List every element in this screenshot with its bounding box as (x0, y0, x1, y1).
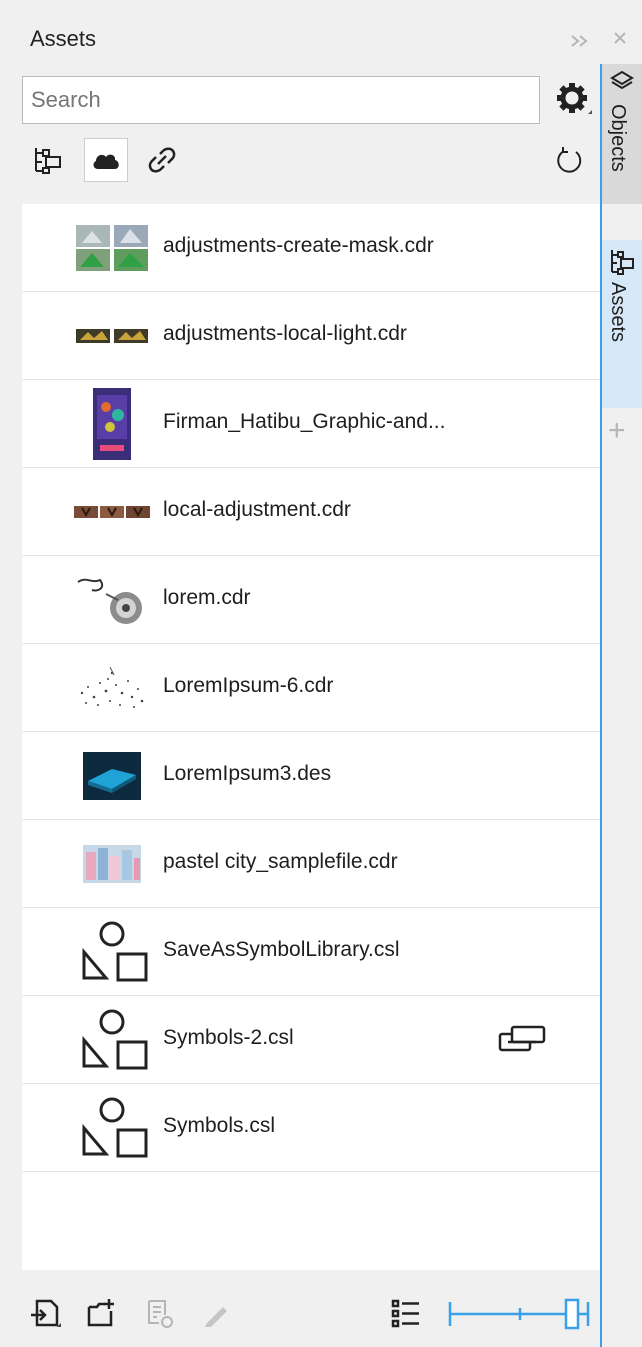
close-icon[interactable] (612, 30, 628, 51)
image-pair-thumbnail (72, 306, 152, 366)
bottom-toolbar (8, 1270, 602, 1347)
blue-render-thumbnail (72, 746, 152, 806)
assets-panel: adjustments-create-mask.cdr adjustments-… (8, 64, 602, 1347)
asset-list: adjustments-create-mask.cdr adjustments-… (22, 204, 600, 1270)
docker-title: Assets (30, 26, 97, 51)
image-strip-thumbnail (72, 482, 152, 542)
tab-objects-label: Objects (607, 104, 629, 172)
poster-thumbnail (72, 388, 152, 460)
new-library-icon[interactable] (82, 1294, 122, 1334)
list-item[interactable]: Symbols-2.csl (22, 996, 600, 1084)
asset-name: lorem.cdr (163, 586, 251, 609)
refresh-icon[interactable] (548, 138, 592, 182)
asset-name: local-adjustment.cdr (163, 498, 351, 521)
tree-view-icon (608, 248, 636, 281)
tree-view-icon[interactable] (26, 138, 70, 182)
add-tab-icon[interactable]: + (608, 416, 626, 446)
list-item[interactable]: adjustments-create-mask.cdr (22, 204, 600, 292)
asset-name: Firman_Hatibu_Graphic-and... (163, 410, 446, 433)
gear-icon[interactable] (554, 80, 594, 120)
cloud-icon[interactable] (84, 138, 128, 182)
tab-assets-label: Assets (607, 282, 629, 343)
list-view-icon[interactable] (386, 1294, 426, 1334)
asset-name: LoremIpsum-6.cdr (163, 674, 334, 697)
scatter-thumbnail (72, 658, 152, 718)
symbol-library-icon (72, 1009, 152, 1070)
assets-toolbar (8, 138, 602, 188)
docker-tab-strip: Objects Assets + (602, 64, 642, 1347)
search-field[interactable] (22, 76, 540, 124)
docker-title-bar: Assets (8, 8, 642, 64)
edit-icon (196, 1294, 236, 1334)
asset-name: adjustments-create-mask.cdr (163, 234, 434, 257)
link-icon[interactable] (140, 138, 184, 182)
properties-icon (140, 1294, 180, 1334)
thumbnail-size-slider[interactable] (448, 1294, 594, 1334)
list-item[interactable]: LoremIpsum3.des (22, 732, 600, 820)
list-item[interactable]: SaveAsSymbolLibrary.csl (22, 908, 600, 996)
double-chevron-right-icon[interactable] (570, 34, 592, 53)
asset-name: pastel city_samplefile.cdr (163, 850, 398, 873)
image-grid-thumbnail (72, 218, 152, 278)
list-item[interactable]: lorem.cdr (22, 556, 600, 644)
linked-library-icon (496, 1024, 552, 1054)
pastel-city-thumbnail (72, 834, 152, 894)
asset-name: SaveAsSymbolLibrary.csl (163, 938, 400, 961)
list-item[interactable]: pastel city_samplefile.cdr (22, 820, 600, 908)
sketch-thumbnail (72, 570, 152, 630)
list-item[interactable]: Symbols.csl (22, 1084, 600, 1172)
asset-name: adjustments-local-light.cdr (163, 322, 407, 345)
tab-assets[interactable]: Assets (602, 240, 642, 408)
tab-objects[interactable]: Objects (602, 64, 642, 204)
list-item[interactable]: adjustments-local-light.cdr (22, 292, 600, 380)
asset-name: Symbols.csl (163, 1114, 276, 1137)
list-item[interactable]: LoremIpsum-6.cdr (22, 644, 600, 732)
list-item[interactable]: local-adjustment.cdr (22, 468, 600, 556)
symbol-library-icon (72, 921, 152, 982)
search-input[interactable] (23, 77, 539, 123)
layers-icon (610, 70, 634, 99)
asset-name: Symbols-2.csl (163, 1026, 294, 1049)
symbol-library-icon (72, 1097, 152, 1158)
list-item[interactable]: Firman_Hatibu_Graphic-and... (22, 380, 600, 468)
asset-name: LoremIpsum3.des (163, 762, 332, 785)
import-icon[interactable] (26, 1294, 66, 1334)
